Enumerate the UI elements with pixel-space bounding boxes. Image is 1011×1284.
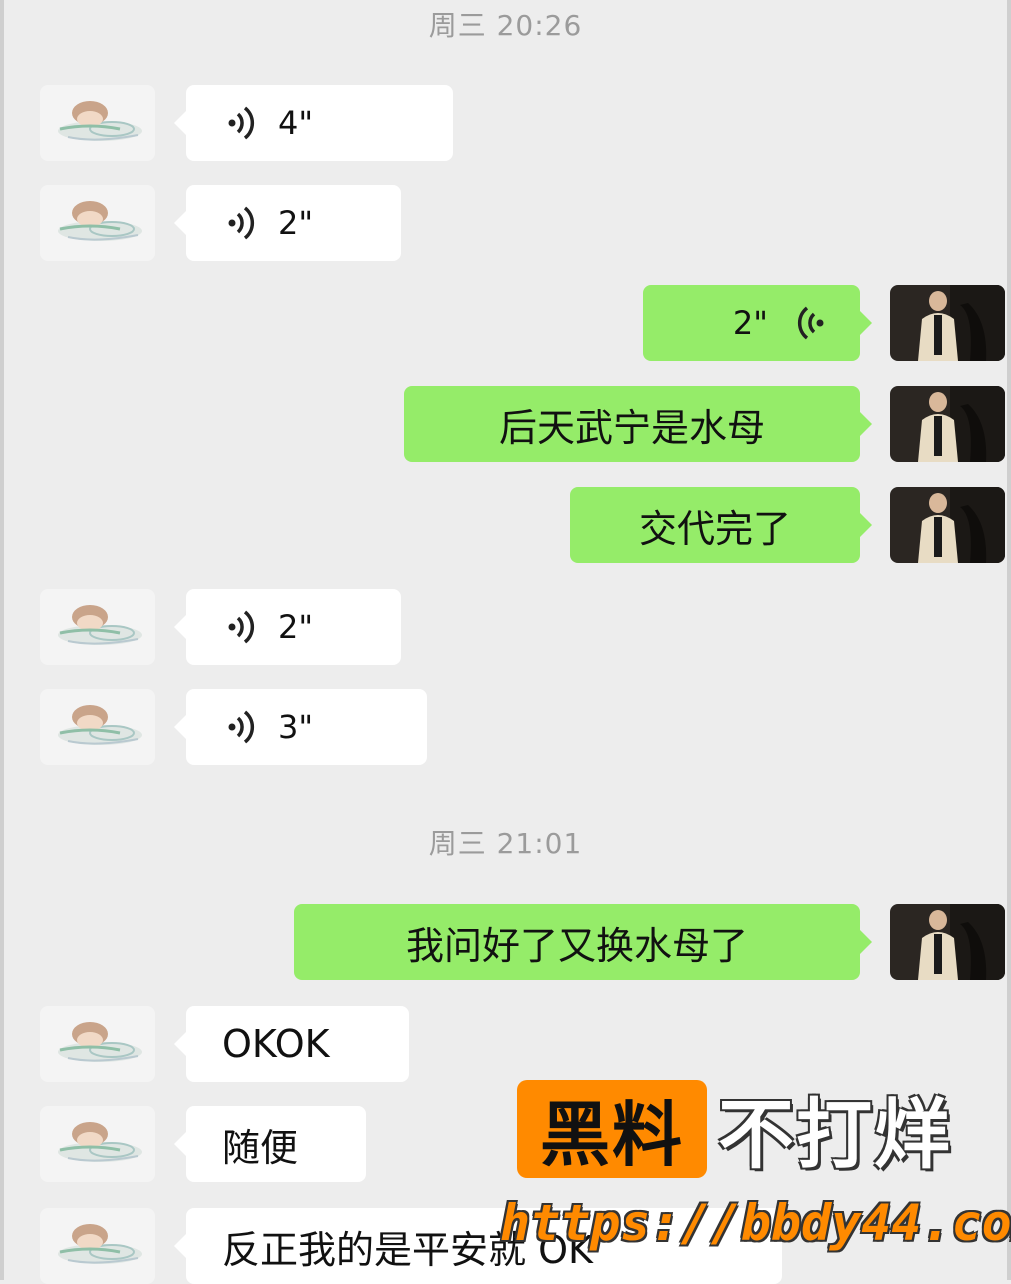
voice-duration: 2" <box>278 204 314 242</box>
watermark-slogan: 不打烊 <box>718 1090 952 1179</box>
contact-avatar[interactable] <box>40 85 155 161</box>
self-avatar[interactable] <box>890 285 1005 361</box>
contact-avatar[interactable] <box>40 689 155 765</box>
cartoon-avatar-icon <box>40 589 155 665</box>
voice-message-bubble[interactable]: 2" <box>174 589 401 665</box>
self-avatar[interactable] <box>890 904 1005 980</box>
text-message-bubble[interactable]: 交代完了 <box>570 487 872 563</box>
voice-duration: 2" <box>278 608 314 646</box>
text-message-bubble[interactable]: 后天武宁是水母 <box>404 386 872 462</box>
watermark-logo: 黑料 <box>517 1080 707 1178</box>
text-message-bubble[interactable]: OKOK <box>174 1006 409 1082</box>
voice-duration: 4" <box>278 104 314 142</box>
voice-duration: 3" <box>278 708 314 746</box>
screen-border-right <box>1007 0 1011 1280</box>
cartoon-avatar-icon <box>40 185 155 261</box>
cartoon-avatar-icon <box>40 1106 155 1182</box>
voice-waves-right-icon <box>222 607 262 647</box>
text-message-bubble[interactable]: 随便 <box>174 1106 366 1182</box>
photo-avatar-icon <box>890 487 1005 563</box>
screen-border-left <box>0 0 4 1280</box>
voice-message-bubble[interactable]: 2" <box>174 185 401 261</box>
watermark-url: https://bbdy44.com <box>500 1194 1011 1252</box>
cartoon-avatar-icon <box>40 85 155 161</box>
photo-avatar-icon <box>890 904 1005 980</box>
contact-avatar[interactable] <box>40 1106 155 1182</box>
contact-avatar[interactable] <box>40 589 155 665</box>
cartoon-avatar-icon <box>40 689 155 765</box>
cartoon-avatar-icon <box>40 1208 155 1284</box>
voice-waves-right-icon <box>222 203 262 243</box>
text-message-bubble[interactable]: 我问好了又换水母了 <box>294 904 872 980</box>
voice-message-bubble[interactable]: 2" <box>643 285 872 361</box>
timestamp: 周三 20:26 <box>428 9 583 42</box>
voice-duration: 2" <box>732 304 768 342</box>
voice-message-bubble[interactable]: 3" <box>174 689 427 765</box>
self-avatar[interactable] <box>890 487 1005 563</box>
self-avatar[interactable] <box>890 386 1005 462</box>
photo-avatar-icon <box>890 386 1005 462</box>
contact-avatar[interactable] <box>40 185 155 261</box>
voice-waves-left-icon <box>790 303 830 343</box>
voice-waves-right-icon <box>222 103 262 143</box>
contact-avatar[interactable] <box>40 1006 155 1082</box>
contact-avatar[interactable] <box>40 1208 155 1284</box>
voice-message-bubble[interactable]: 4" <box>174 85 453 161</box>
timestamp: 周三 21:01 <box>428 827 583 860</box>
cartoon-avatar-icon <box>40 1006 155 1082</box>
photo-avatar-icon <box>890 285 1005 361</box>
voice-waves-right-icon <box>222 707 262 747</box>
